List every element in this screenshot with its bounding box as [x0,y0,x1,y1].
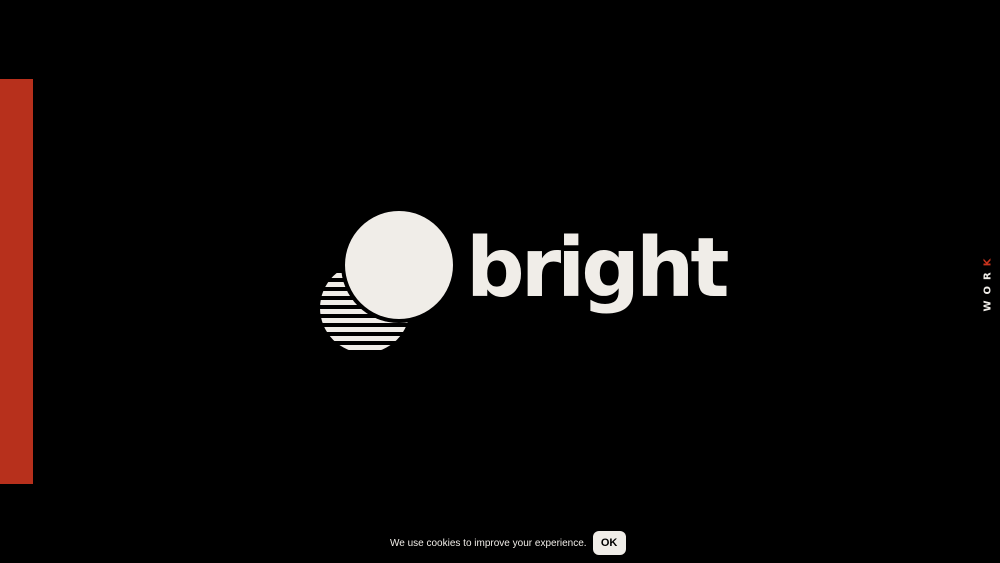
page: bright WORK We use cookies to improve yo… [0,0,1000,563]
work-nav-label-main: WOR [982,266,994,312]
brand-logo[interactable]: bright [318,206,730,356]
cookie-banner: We use cookies to improve your experienc… [390,531,626,555]
cookie-ok-button[interactable]: OK [592,531,626,555]
cookie-message: We use cookies to improve your experienc… [390,537,587,549]
work-nav-label-accent: K [982,252,994,267]
brand-wordmark: bright [466,221,730,316]
overlapping-sun-icon [320,207,457,350]
work-nav-label: WORK [983,253,994,312]
side-accent-bar [0,79,33,484]
work-nav-link[interactable]: WORK [978,247,998,317]
